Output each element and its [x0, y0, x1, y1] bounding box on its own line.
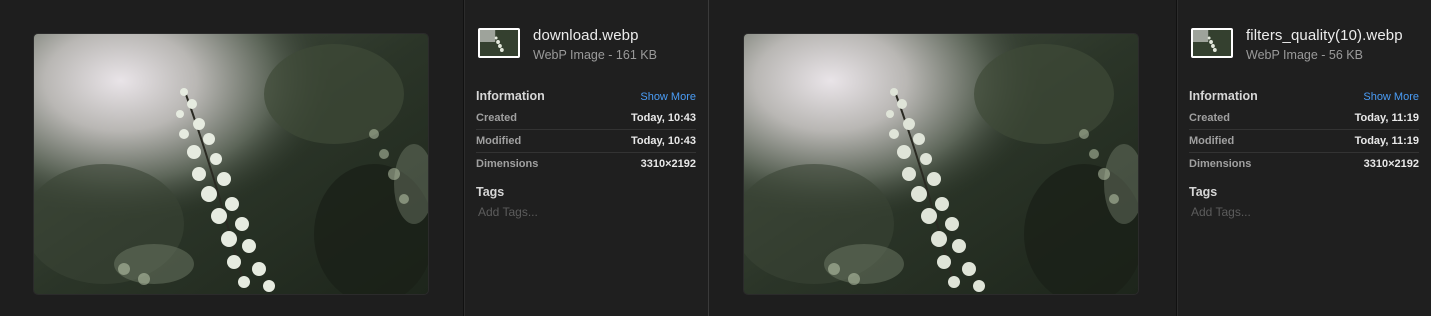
get-info-window-2: filters_quality(10).webp WebP Image - 56… — [708, 0, 1431, 316]
info-row-modified: Modified Today, 10:43 — [476, 130, 696, 153]
file-thumbnail — [478, 28, 520, 58]
get-info-window-1: download.webp WebP Image - 161 KB Inform… — [0, 0, 708, 316]
image-preview[interactable] — [34, 34, 428, 294]
thumbnail-image — [480, 30, 518, 56]
info-row-dimensions: Dimensions 3310×2192 — [476, 153, 696, 175]
row-value: Today, 10:43 — [630, 112, 696, 124]
add-tags-input[interactable]: Add Tags... — [478, 205, 696, 219]
row-label: Modified — [476, 135, 522, 147]
tags-title: Tags — [476, 185, 505, 199]
preview-area — [0, 0, 464, 316]
row-value: Today, 10:43 — [630, 135, 696, 147]
info-row-created: Created Today, 11:19 — [1189, 107, 1419, 130]
row-label: Modified — [1189, 135, 1235, 147]
information-header: Information Show More — [1189, 89, 1419, 103]
information-title: Information — [1189, 89, 1258, 103]
information-rows: Created Today, 11:19 Modified Today, 11:… — [1189, 107, 1419, 175]
file-thumbnail — [1191, 28, 1233, 58]
flower-photo — [34, 34, 428, 294]
flower-photo — [744, 34, 1138, 294]
file-kind-size: WebP Image - 161 KB — [533, 48, 657, 62]
information-rows: Created Today, 10:43 Modified Today, 10:… — [476, 107, 696, 175]
quicklook-comparison: download.webp WebP Image - 161 KB Inform… — [0, 0, 1431, 316]
row-label: Created — [476, 112, 517, 124]
information-title: Information — [476, 89, 545, 103]
info-panel: download.webp WebP Image - 161 KB Inform… — [464, 0, 708, 316]
tags-title: Tags — [1189, 185, 1218, 199]
image-preview[interactable] — [744, 34, 1138, 294]
row-value: Today, 11:19 — [1354, 112, 1419, 124]
file-name: filters_quality(10).webp — [1246, 27, 1403, 44]
file-meta: download.webp WebP Image - 161 KB — [533, 27, 657, 63]
file-header: filters_quality(10).webp WebP Image - 56… — [1189, 0, 1419, 70]
info-row-dimensions: Dimensions 3310×2192 — [1189, 153, 1419, 175]
add-tags-input[interactable]: Add Tags... — [1191, 205, 1419, 219]
information-header: Information Show More — [476, 89, 696, 103]
row-label: Dimensions — [476, 158, 539, 170]
info-panel: filters_quality(10).webp WebP Image - 56… — [1177, 0, 1431, 316]
row-value: 3310×2192 — [640, 158, 696, 170]
row-value: Today, 11:19 — [1354, 135, 1419, 147]
file-name: download.webp — [533, 27, 639, 44]
preview-area — [709, 0, 1177, 316]
file-kind-size: WebP Image - 56 KB — [1246, 48, 1363, 62]
row-label: Created — [1189, 112, 1230, 124]
file-meta: filters_quality(10).webp WebP Image - 56… — [1246, 27, 1403, 63]
info-row-created: Created Today, 10:43 — [476, 107, 696, 130]
row-label: Dimensions — [1189, 158, 1252, 170]
info-row-modified: Modified Today, 11:19 — [1189, 130, 1419, 153]
thumbnail-image — [1193, 30, 1231, 56]
show-more-link[interactable]: Show More — [640, 91, 696, 103]
file-header: download.webp WebP Image - 161 KB — [476, 0, 696, 70]
row-value: 3310×2192 — [1363, 158, 1419, 170]
show-more-link[interactable]: Show More — [1363, 91, 1419, 103]
